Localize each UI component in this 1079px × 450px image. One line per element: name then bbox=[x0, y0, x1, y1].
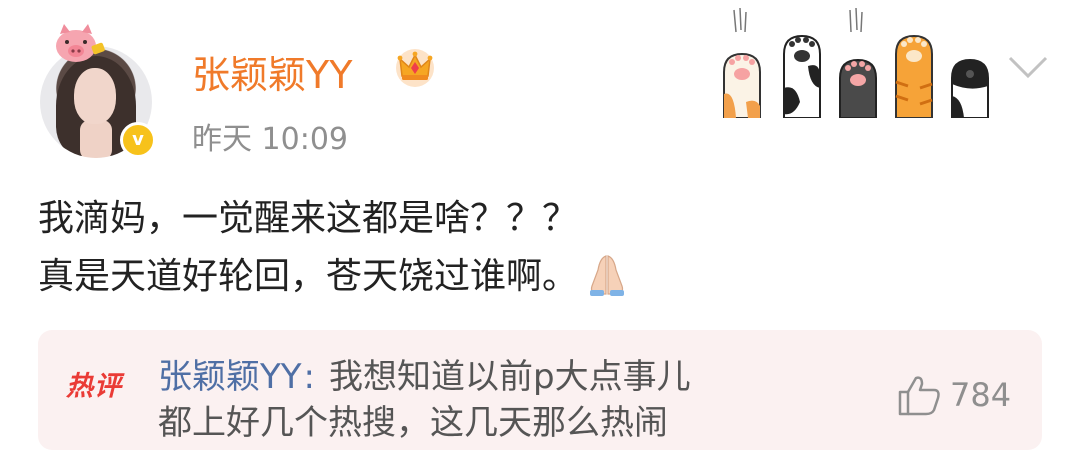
pig-icon bbox=[56, 24, 105, 62]
post-content: 我滴妈，一觉醒来这都是啥？？？ 真是天道好轮回，苍天饶过谁啊。 bbox=[38, 190, 630, 306]
hot-comment-text: 张颖颖YY: 我想知道以前p大点事儿 都上好几个热搜，这几天那么热闹 bbox=[158, 354, 858, 446]
avatar[interactable]: v bbox=[38, 24, 156, 158]
post-content-line: 真是天道好轮回，苍天饶过谁啊。 bbox=[38, 248, 630, 306]
post-content-line: 我滴妈，一觉醒来这都是啥？？？ bbox=[38, 198, 579, 239]
hot-comment[interactable]: 热评 张颖颖YY: 我想知道以前p大点事儿 都上好几个热搜，这几天那么热闹 784 bbox=[38, 330, 1042, 450]
hot-comment-tag: 热评 bbox=[66, 371, 122, 402]
hot-comment-line2: 都上好几个热搜，这几天那么热闹 bbox=[158, 403, 668, 443]
hot-comment-separator: : bbox=[303, 357, 316, 397]
like-count: 784 bbox=[950, 376, 1012, 414]
praying-hands-icon bbox=[590, 255, 625, 296]
chevron-down-icon[interactable] bbox=[1006, 52, 1050, 82]
hot-comment-author[interactable]: 张颖颖YY bbox=[158, 357, 302, 397]
username[interactable]: 张颖颖YY bbox=[192, 44, 352, 99]
post-timestamp: 昨天 10:09 bbox=[192, 122, 348, 157]
verified-badge: v bbox=[120, 122, 156, 158]
thumbs-up-icon[interactable] bbox=[896, 372, 942, 418]
hot-comment-line1: 我想知道以前p大点事儿 bbox=[329, 357, 691, 397]
cat-paws-sticker bbox=[723, 7, 989, 118]
crown-icon bbox=[396, 49, 434, 87]
